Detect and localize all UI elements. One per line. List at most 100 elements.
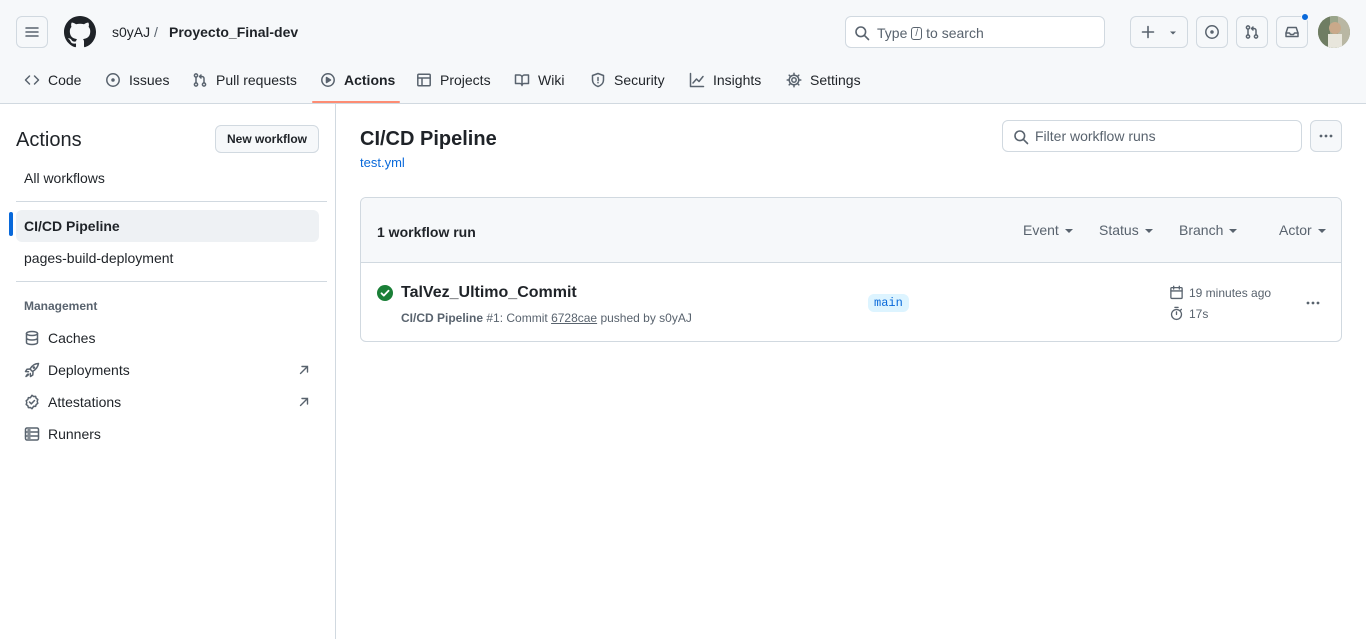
tab-label: Wiki [538,72,565,88]
book-icon [514,74,530,87]
more-options-button[interactable] [1310,120,1342,152]
triangle-down-icon [1144,229,1153,233]
kebab-horizontal-icon [1305,295,1321,311]
sidebar-item-label: Caches [48,330,96,346]
app-header: s0yAJ / Proyecto_Final-dev Type / to sea… [0,0,1366,104]
run-meta-pre: #1: Commit [486,311,548,325]
run-options-button[interactable] [1301,291,1325,315]
run-duration: 17s [1169,306,1208,321]
sidebar-item-label: Attestations [48,394,122,410]
event-filter-dropdown[interactable]: Event [1023,222,1073,238]
breadcrumb-owner[interactable]: s0yAJ [112,23,150,41]
git-pull-request-icon [1244,24,1260,40]
stopwatch-icon [1169,306,1184,321]
workflow-run-row[interactable]: TalVez_Ultimo_Commit CI/CD Pipeline #1: … [361,263,1341,341]
sidebar-title: Actions [16,129,82,151]
hamburger-icon [24,24,40,40]
triangle-down-icon [1317,229,1326,233]
check-circle-fill-icon [377,285,393,301]
branch-filter-dropdown[interactable]: Branch [1179,222,1238,238]
gear-icon [786,72,802,88]
external-link-icon [297,363,311,377]
create-new-button[interactable] [1130,16,1188,48]
filter-input[interactable] [1035,126,1295,146]
sidebar-item-label: Deployments [48,362,130,378]
rocket-icon [24,362,40,378]
calendar-icon [1169,285,1184,300]
run-meta: CI/CD Pipeline #1: Commit 6728cae pushed… [401,310,692,326]
page-title: CI/CD Pipeline [360,128,497,150]
sidebar-item-caches[interactable]: Caches [16,322,319,354]
tab-wiki[interactable]: Wiki [514,68,564,92]
search-shortcut-key: / [911,26,923,40]
dropdown-label: Event [1023,222,1059,238]
search-input[interactable]: Type / to search [845,16,1105,48]
sidebar-item-deployments[interactable]: Deployments [16,354,319,386]
tab-projects[interactable]: Projects [416,68,491,92]
issues-button[interactable] [1196,16,1228,48]
menu-button[interactable] [16,16,48,48]
sidebar-item-attestations[interactable]: Attestations [16,386,319,418]
tab-settings[interactable]: Settings [786,68,861,92]
kebab-horizontal-icon [1318,128,1334,144]
verified-icon [24,394,40,410]
tab-code[interactable]: Code [24,68,81,92]
notification-indicator [1301,13,1309,21]
avatar[interactable] [1318,16,1350,48]
tab-insights[interactable]: Insights [689,68,761,92]
new-workflow-button[interactable]: New workflow [215,125,319,153]
run-workflow-name: CI/CD Pipeline [401,311,484,325]
dropdown-label: Branch [1179,222,1224,238]
shield-icon [591,72,605,88]
sidebar-item-runners[interactable]: Runners [16,418,319,450]
tab-label: Code [48,72,82,88]
actor-filter-dropdown[interactable]: Actor [1279,222,1326,238]
tab-label: Security [614,72,665,88]
filter-workflow-runs-field[interactable] [1002,120,1302,152]
external-link-icon [297,395,311,409]
runs-count: 1 workflow run [377,224,476,240]
breadcrumb-repo[interactable]: Proyecto_Final-dev [169,23,298,41]
run-title-link[interactable]: TalVez_Ultimo_Commit [401,283,577,303]
workflow-file-link[interactable]: test.yml [360,155,405,170]
branch-label[interactable]: main [868,294,909,312]
triangle-down-icon [1064,229,1073,233]
triangle-down-icon [1170,31,1176,35]
table-icon [417,73,431,87]
plus-icon [1141,25,1155,39]
server-icon [24,426,40,442]
issue-opened-icon [1204,24,1220,40]
search-icon [1013,129,1029,145]
sidebar-item-pages-build-deployment[interactable]: pages-build-deployment [16,242,319,274]
pull-requests-button[interactable] [1236,16,1268,48]
inbox-icon [1284,24,1300,40]
status-filter-dropdown[interactable]: Status [1099,222,1153,238]
run-meta-post: pushed by s0yAJ [600,311,692,325]
code-icon [24,75,40,85]
run-duration-text: 17s [1189,306,1209,321]
git-pull-request-icon [193,73,207,87]
active-tab-indicator [312,101,400,103]
github-logo-icon[interactable] [64,16,96,48]
dropdown-label: Actor [1279,222,1312,238]
tab-label: Issues [129,72,170,88]
workflow-runs-list: 1 workflow run Event Status Branch Actor… [360,197,1342,342]
tab-issues[interactable]: Issues [105,68,169,92]
tab-label: Pull requests [216,72,297,88]
commit-sha-link[interactable]: 6728cae [551,311,597,325]
tab-security[interactable]: Security [590,68,665,92]
tab-label: Settings [810,72,861,88]
tab-pull-requests[interactable]: Pull requests [192,68,297,92]
tab-label: Actions [344,72,396,88]
play-icon [321,73,335,87]
tab-label: Insights [713,72,762,88]
selected-item-marker [9,212,13,236]
run-time-text: 19 minutes ago [1189,285,1272,300]
sidebar-item-label: Runners [48,426,101,442]
sidebar-item-all-workflows[interactable]: All workflows [16,162,319,194]
breadcrumb-separator: / [154,24,158,40]
sidebar-item-cicd-pipeline[interactable]: CI/CD Pipeline [16,210,319,242]
triangle-down-icon [1229,229,1238,233]
sidebar-divider [16,281,327,282]
tab-actions[interactable]: Actions [320,68,395,92]
